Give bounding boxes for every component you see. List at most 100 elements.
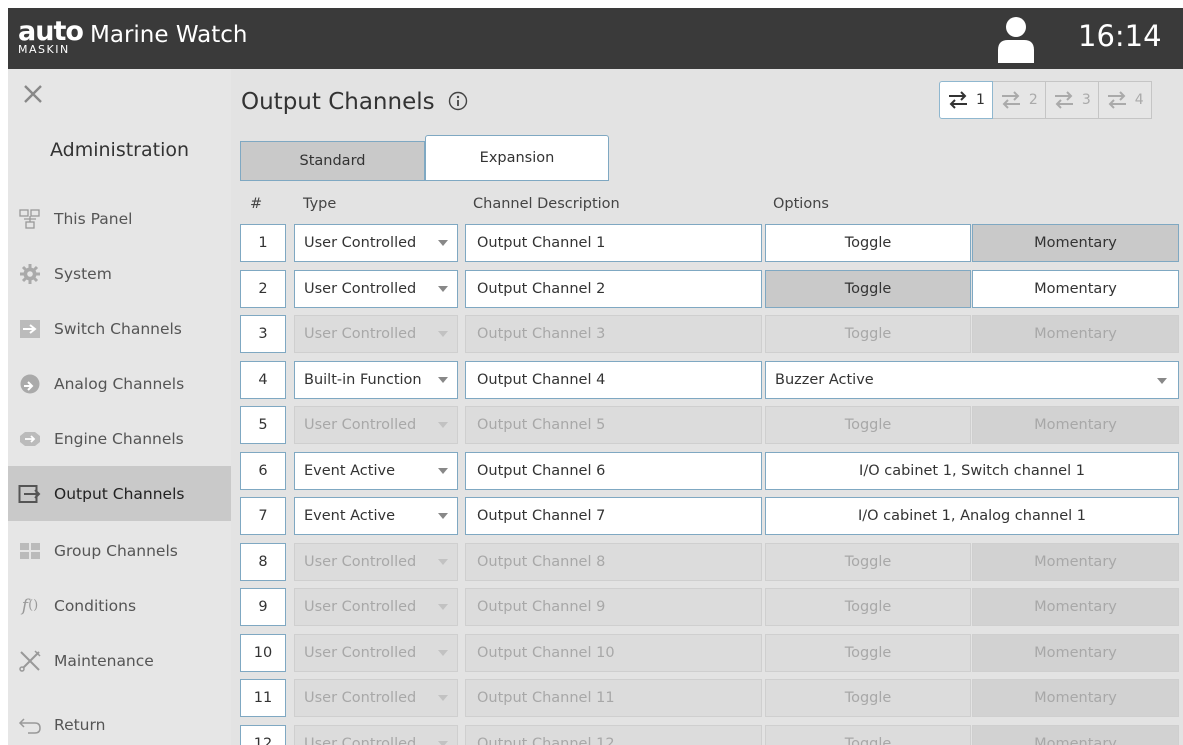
- type-dropdown[interactable]: User Controlled: [294, 634, 458, 672]
- transfer-icon: [1107, 91, 1126, 109]
- channel-description-input[interactable]: Output Channel 10: [465, 634, 762, 672]
- type-dropdown[interactable]: User Controlled: [294, 679, 458, 717]
- sidebar-item-maintenance[interactable]: Maintenance: [8, 633, 231, 688]
- momentary-option-button[interactable]: Momentary: [972, 224, 1179, 262]
- momentary-option-button[interactable]: Momentary: [972, 634, 1179, 672]
- sidebar-item-output-channels[interactable]: Output Channels: [8, 466, 231, 521]
- toggle-option-button[interactable]: Toggle: [765, 679, 971, 717]
- table-row: 1 User Controlled Output Channel 1 Toggle Mo…: [240, 224, 1180, 262]
- sidebar-item-system[interactable]: System: [8, 246, 231, 301]
- toggle-option-button[interactable]: Toggle: [765, 224, 971, 262]
- channel-description-input[interactable]: Output Channel 12: [465, 725, 762, 745]
- sidebar-item-this-panel[interactable]: This Panel: [8, 191, 231, 246]
- channel-number: 2: [240, 270, 286, 308]
- sidebar-item-label: Analog Channels: [54, 374, 185, 393]
- type-value: User Controlled: [304, 235, 417, 251]
- function-dropdown[interactable]: Buzzer Active: [765, 361, 1179, 399]
- momentary-option-button[interactable]: Momentary: [972, 588, 1179, 626]
- type-dropdown[interactable]: User Controlled: [294, 588, 458, 626]
- toggle-option-button[interactable]: Toggle: [765, 725, 971, 745]
- page-selector: 1 2 3 4: [939, 81, 1152, 119]
- sidebar-item-label: Switch Channels: [54, 319, 182, 338]
- channel-description-input[interactable]: Output Channel 4: [465, 361, 762, 399]
- channel-description-input[interactable]: Output Channel 3: [465, 315, 762, 353]
- page-tab-4[interactable]: 4: [1098, 81, 1152, 119]
- user-icon[interactable]: [996, 16, 1036, 64]
- page-tab-1[interactable]: 1: [939, 81, 993, 119]
- sidebar-item-return[interactable]: Return: [8, 697, 231, 745]
- tab-expansion[interactable]: Expansion: [425, 135, 609, 181]
- type-dropdown[interactable]: Event Active: [294, 497, 458, 535]
- channel-description-input[interactable]: Output Channel 6: [465, 452, 762, 490]
- type-dropdown[interactable]: Built-in Function: [294, 361, 458, 399]
- sidebar-item-conditions[interactable]: f() Conditions: [8, 578, 231, 633]
- chevron-down-icon: [438, 468, 448, 474]
- type-dropdown[interactable]: User Controlled: [294, 406, 458, 444]
- toggle-option-button[interactable]: Toggle: [765, 634, 971, 672]
- type-value: User Controlled: [304, 690, 417, 706]
- type-dropdown[interactable]: Event Active: [294, 452, 458, 490]
- brand-logo: auto MASKIN: [18, 18, 84, 59]
- page-title-text: Output Channels: [241, 89, 435, 115]
- momentary-option-button[interactable]: Momentary: [972, 270, 1179, 308]
- channel-description-input[interactable]: Output Channel 2: [465, 270, 762, 308]
- type-dropdown[interactable]: User Controlled: [294, 725, 458, 745]
- toggle-option-button[interactable]: Toggle: [765, 315, 971, 353]
- type-dropdown[interactable]: User Controlled: [294, 224, 458, 262]
- sidebar-item-label: Conditions: [54, 596, 137, 615]
- channel-description-input[interactable]: Output Channel 8: [465, 543, 762, 581]
- table-row: 2 User Controlled Output Channel 2 Toggle Mo…: [240, 270, 1180, 308]
- channel-description-input[interactable]: Output Channel 11: [465, 679, 762, 717]
- momentary-option-button[interactable]: Momentary: [972, 725, 1179, 745]
- channel-description-input[interactable]: Output Channel 9: [465, 588, 762, 626]
- transfer-icon: [1054, 91, 1073, 109]
- type-dropdown[interactable]: User Controlled: [294, 315, 458, 353]
- page-tab-3[interactable]: 3: [1045, 81, 1099, 119]
- type-value: User Controlled: [304, 326, 417, 342]
- momentary-option-button[interactable]: Momentary: [972, 315, 1179, 353]
- tab-standard[interactable]: Standard: [240, 141, 425, 181]
- tools-icon: [18, 649, 42, 673]
- toggle-option-button[interactable]: Toggle: [765, 270, 971, 308]
- info-icon[interactable]: [448, 91, 468, 111]
- channel-description-input[interactable]: Output Channel 5: [465, 406, 762, 444]
- type-value: User Controlled: [304, 736, 417, 745]
- sidebar-item-switch-channels[interactable]: Switch Channels: [8, 301, 231, 356]
- sidebar-item-label: Group Channels: [54, 541, 178, 560]
- table-row: 4 Built-in Function Output Channel 4 Buzzer…: [240, 361, 1180, 399]
- column-header-type: Type: [303, 196, 337, 212]
- table-row: 10 User Controlled Output Channel 10 Toggle…: [240, 634, 1180, 672]
- channel-description-input[interactable]: Output Channel 1: [465, 224, 762, 262]
- momentary-option-button[interactable]: Momentary: [972, 679, 1179, 717]
- momentary-option-button[interactable]: Momentary: [972, 543, 1179, 581]
- event-source-field[interactable]: I/O cabinet 1, Switch channel 1: [765, 452, 1179, 490]
- event-source-field[interactable]: I/O cabinet 1, Analog channel 1: [765, 497, 1179, 535]
- app-title: Marine Watch: [90, 22, 248, 48]
- chevron-down-icon: [438, 331, 448, 337]
- type-dropdown[interactable]: User Controlled: [294, 543, 458, 581]
- channel-description-input[interactable]: Output Channel 7: [465, 497, 762, 535]
- type-dropdown[interactable]: User Controlled: [294, 270, 458, 308]
- table-row: 5 User Controlled Output Channel 5 Toggle Mo…: [240, 406, 1180, 444]
- toggle-option-button[interactable]: Toggle: [765, 543, 971, 581]
- tab-bar: Standard Expansion: [240, 135, 609, 181]
- channel-number: 4: [240, 361, 286, 399]
- chevron-down-icon: [438, 604, 448, 610]
- sidebar-item-group-channels[interactable]: Group Channels: [8, 523, 231, 578]
- table-row: 7 Event Active Output Channel 7 I/O cabinet…: [240, 497, 1180, 535]
- engine-icon: [18, 427, 42, 451]
- type-value: Event Active: [304, 463, 396, 479]
- sidebar-item-engine-channels[interactable]: Engine Channels: [8, 411, 231, 466]
- sidebar: Administration This Panel System Switch …: [8, 69, 231, 745]
- panel-icon: [18, 207, 42, 231]
- sidebar-item-analog-channels[interactable]: Analog Channels: [8, 356, 231, 411]
- close-icon[interactable]: [22, 83, 46, 107]
- sidebar-section-title: Administration: [49, 139, 190, 161]
- channel-number: 10: [240, 634, 286, 672]
- momentary-option-button[interactable]: Momentary: [972, 406, 1179, 444]
- page-tab-2[interactable]: 2: [992, 81, 1046, 119]
- function-icon: f(): [21, 595, 39, 616]
- table-row: 6 Event Active Output Channel 6 I/O cabinet…: [240, 452, 1180, 490]
- toggle-option-button[interactable]: Toggle: [765, 406, 971, 444]
- toggle-option-button[interactable]: Toggle: [765, 588, 971, 626]
